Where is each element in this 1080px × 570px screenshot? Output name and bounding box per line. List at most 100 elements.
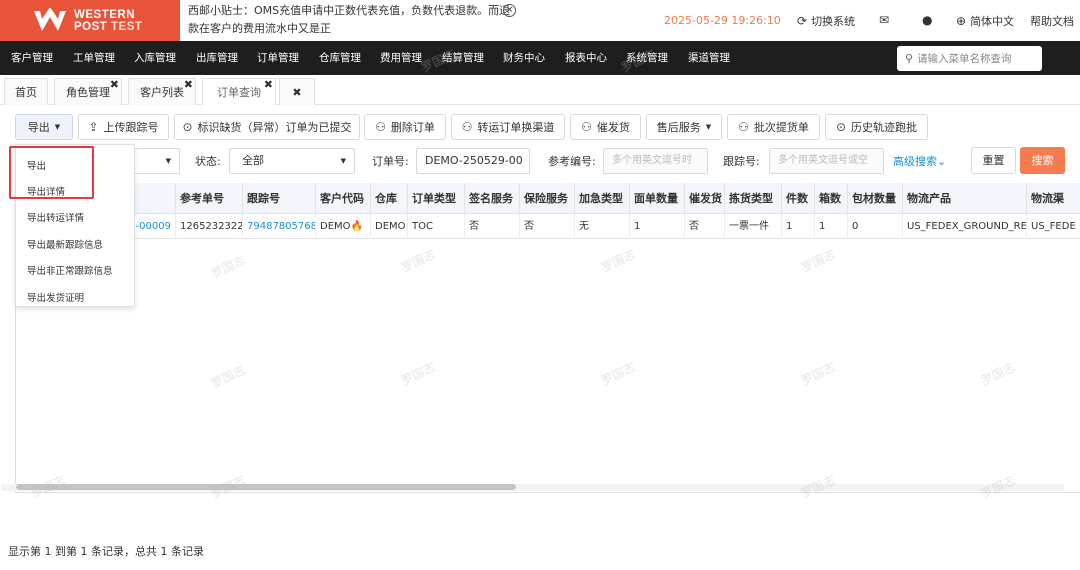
column-header[interactable]: 包材数量 [848, 183, 903, 214]
orders-table: 参考单号 跟踪号 客户代码 仓库 订单类型 签名服务 保险服务 加急类型 面单数… [15, 183, 1080, 493]
urge-ship-button[interactable]: ⚇ 催发货 [570, 114, 641, 140]
datetime: 2025-05-29 19:26:10 [664, 14, 781, 27]
boxes-cell: 1 [815, 214, 848, 239]
tracking-label: 跟踪号: [723, 155, 760, 168]
check-circle-icon: ⊙ [182, 120, 193, 134]
history-track-button[interactable]: ⊙ 历史轨迹跑批 [825, 114, 928, 140]
column-header[interactable]: 物流产品 [903, 183, 1027, 214]
tab-role-management[interactable]: 角色管理 ✖ [54, 78, 122, 105]
nav-item-order[interactable]: 订单管理 [257, 41, 299, 75]
transfer-channel-button[interactable]: ⚇ 转运订单换渠道 [451, 114, 565, 140]
customer-select[interactable]: ▼ [132, 148, 180, 174]
column-header[interactable]: 箱数 [815, 183, 848, 214]
column-header[interactable]: 物流渠 [1027, 183, 1080, 214]
tracking-cell[interactable]: 794878057685 [243, 214, 316, 239]
nav-item-outbound[interactable]: 出库管理 [196, 41, 238, 75]
nav-item-report[interactable]: 报表中心 [565, 41, 607, 75]
menu-item-export-transfer-detail[interactable]: 导出转运详情 [27, 210, 84, 224]
brand-logo[interactable]: WESTERN POST TEST [0, 0, 180, 41]
tracking-input[interactable]: 多个用英文逗号或空 [769, 148, 884, 174]
nav-item-channel[interactable]: 渠道管理 [688, 41, 730, 75]
pick-type-cell: 一票一件 [725, 214, 782, 239]
table-header: 参考单号 跟踪号 客户代码 仓库 订单类型 签名服务 保险服务 加急类型 面单数… [16, 183, 1080, 214]
user-list-icon: ⚇ [738, 120, 749, 134]
menu-item-export-latest-tracking[interactable]: 导出最新跟踪信息 [27, 237, 103, 251]
channel-cell: US_FEDE [1027, 214, 1080, 239]
brand-line2a: POST [74, 20, 108, 33]
brand-line1: WESTERN [74, 8, 135, 21]
column-header[interactable]: 保险服务 [520, 183, 575, 214]
packaging-cell: 0 [848, 214, 903, 239]
logo-mark-icon [32, 7, 68, 34]
close-tab-icon[interactable]: ✖ [110, 71, 119, 98]
order-no-input[interactable]: DEMO-250529-00 [416, 148, 530, 174]
menu-item-export-abnormal-tracking[interactable]: 导出非正常跟踪信息 [27, 263, 113, 277]
close-tip-icon[interactable]: × [503, 4, 516, 17]
advanced-search-link[interactable]: 高级搜索⌄ [893, 153, 946, 169]
user-icon: ● [922, 13, 933, 27]
column-header[interactable]: 件数 [782, 183, 815, 214]
nav-item-warehouse[interactable]: 仓库管理 [319, 41, 361, 75]
refresh-icon: ⟳ [797, 14, 808, 28]
ref-no-input[interactable]: 多个用英文逗号时 [603, 148, 708, 174]
customer-cell: DEMO🔥 [316, 214, 371, 239]
nav-item-system[interactable]: 系统管理 [626, 41, 668, 75]
close-tab-icon[interactable]: ✖ [264, 71, 273, 98]
status-label: 状态: [195, 155, 221, 168]
chevron-down-icon: ⌄ [937, 155, 947, 168]
product-cell: US_FEDEX_GROUND_REST [903, 214, 1027, 239]
tabs-bar: 首页 角色管理 ✖ 客户列表 ✖ 订单查询 ✖ ✖ [0, 78, 1080, 105]
column-header[interactable]: 签名服务 [465, 183, 520, 214]
menu-search-input[interactable] [917, 52, 1038, 65]
user-button[interactable]: ● [922, 13, 936, 27]
column-header[interactable]: 拣货类型 [725, 183, 782, 214]
menu-item-export-shipping-proof[interactable]: 导出发货证明 [27, 290, 84, 304]
nav-item-customer[interactable]: 客户管理 [11, 41, 53, 75]
fire-icon: 🔥 [350, 221, 363, 232]
nav-item-settlement[interactable]: 结算管理 [442, 41, 484, 75]
column-header[interactable]: 订单类型 [408, 183, 465, 214]
tab-order-query[interactable]: 订单查询 ✖ [202, 78, 276, 105]
status-select[interactable]: 全部 ▼ [229, 148, 355, 174]
delete-order-button[interactable]: ⚇ 删除订单 [364, 114, 446, 140]
mark-shortage-button[interactable]: ⊙ 标识缺货（异常）订单为已提交 [174, 114, 360, 140]
pagination-summary: 显示第 1 到第 1 条记录，总共 1 条记录 [8, 545, 204, 558]
menu-search[interactable]: ⚲ [897, 46, 1042, 71]
ref-no-cell: 12652323222 [176, 214, 243, 239]
table-row[interactable]: 9-00009 12652323222 794878057685 DEMO🔥 D… [16, 214, 1080, 239]
user-minus-icon: ⚇ [375, 120, 386, 134]
column-header[interactable]: 跟踪号 [243, 183, 316, 214]
caret-down-icon: ▼ [54, 123, 61, 131]
tab-home[interactable]: 首页 [4, 78, 48, 105]
mail-icon: ✉ [879, 13, 890, 27]
export-button[interactable]: 导出 ▼ [15, 114, 73, 140]
mail-button[interactable]: ✉ [879, 13, 893, 27]
nav-item-workorder[interactable]: 工单管理 [73, 41, 115, 75]
column-header[interactable]: 加急类型 [575, 183, 630, 214]
reset-button[interactable]: 重置 [971, 147, 1016, 174]
switch-system-button[interactable]: ⟳ 切换系统 [797, 13, 855, 29]
warehouse-cell: DEMO [371, 214, 408, 239]
search-button[interactable]: 搜索 [1020, 147, 1065, 174]
tab-customer-list[interactable]: 客户列表 ✖ [128, 78, 196, 105]
nav-item-inbound[interactable]: 入库管理 [134, 41, 176, 75]
upload-tracking-button[interactable]: ⇪ 上传跟踪号 [78, 114, 169, 140]
batch-bol-button[interactable]: ⚇ 批次提货单 [727, 114, 820, 140]
column-header[interactable]: 参考单号 [176, 183, 243, 214]
nav-item-fee[interactable]: 费用管理 [380, 41, 422, 75]
horizontal-scrollbar-thumb[interactable] [16, 484, 516, 490]
after-sales-button[interactable]: 售后服务 ▼ [646, 114, 722, 140]
column-header[interactable]: 催发货 [685, 183, 725, 214]
nav-item-finance[interactable]: 财务中心 [503, 41, 545, 75]
column-header[interactable]: 仓库 [371, 183, 408, 214]
column-header[interactable]: 客户代码 [316, 183, 371, 214]
close-tab-icon[interactable]: ✖ [184, 71, 193, 98]
language-button[interactable]: ⊕ 简体中文 [956, 13, 1014, 29]
help-docs-link[interactable]: 帮助文档 [1030, 13, 1074, 29]
caret-down-icon: ▼ [165, 157, 171, 165]
column-header[interactable]: 面单数量 [630, 183, 685, 214]
main-nav: 客户管理 工单管理 入库管理 出库管理 订单管理 仓库管理 费用管理 结算管理 … [0, 41, 1080, 75]
ref-no-label: 参考编号: [548, 155, 596, 168]
close-all-tabs-icon[interactable]: ✖ [279, 78, 315, 105]
globe-icon: ⊕ [956, 14, 967, 28]
